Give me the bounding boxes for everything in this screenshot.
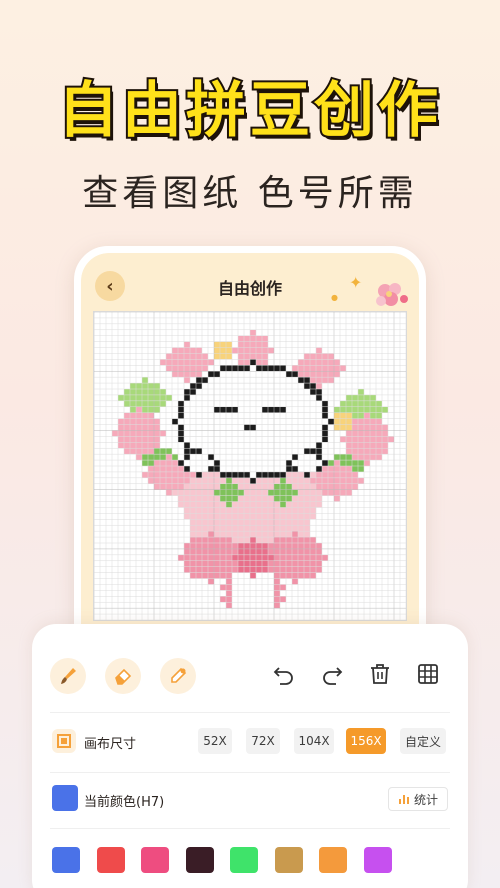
palette-swatch[interactable]: [185, 847, 214, 873]
size-option-156[interactable]: 156X: [346, 728, 386, 754]
size-option-custom[interactable]: 自定义: [400, 728, 446, 754]
eraser-icon: [115, 668, 132, 685]
current-color-label: 当前颜色(H7): [84, 795, 165, 810]
headline: 自由拼豆创作: [56, 74, 442, 148]
current-color-swatch[interactable]: [52, 785, 78, 811]
undo-icon[interactable]: [272, 662, 296, 686]
grid-icon[interactable]: [416, 662, 440, 686]
stats-label: 统计: [413, 792, 438, 807]
brush-icon: [61, 668, 76, 684]
palette-swatch[interactable]: [363, 847, 392, 873]
divider: [50, 828, 450, 829]
divider: [50, 772, 450, 773]
palette-swatch[interactable]: [141, 847, 169, 873]
flower-decoration-icon: [376, 283, 408, 306]
palette-swatch[interactable]: [96, 847, 125, 873]
screen: ‹ 自由创作 ✦ ●: [81, 253, 419, 659]
canvas-size-label: 画布尺寸: [84, 737, 137, 752]
tool-panel: 画布尺寸 52X 72X 104X 156X 自定义 当前颜色(H7) 统计: [32, 624, 468, 888]
phone-mockup: ‹ 自由创作 ✦ ●: [74, 246, 426, 666]
divider: [50, 712, 450, 713]
subheadline: 查看图纸 色号所需: [82, 173, 418, 214]
pixel-canvas[interactable]: [93, 311, 407, 621]
canvas-size-icon: [52, 729, 76, 753]
sparkle-icon: ✦: [349, 273, 363, 292]
redo-icon[interactable]: [320, 662, 344, 686]
palette-swatch[interactable]: [274, 847, 303, 873]
eraser-button[interactable]: [105, 658, 141, 694]
palette-swatch[interactable]: [319, 847, 347, 873]
pixel-grid[interactable]: [93, 311, 407, 621]
eyedropper-button[interactable]: [160, 658, 196, 694]
stats-button[interactable]: 统计: [388, 787, 448, 811]
bar-chart-icon: [398, 795, 409, 804]
screen-title: 自由创作: [217, 279, 282, 298]
sparkle-small-icon: ●: [331, 293, 338, 302]
palette-swatch[interactable]: [230, 847, 258, 873]
size-option-104[interactable]: 104X: [294, 728, 334, 754]
size-option-52[interactable]: 52X: [198, 728, 232, 754]
size-option-72[interactable]: 72X: [246, 728, 280, 754]
trash-icon[interactable]: [368, 662, 392, 686]
eyedropper-icon: [171, 667, 187, 683]
palette-swatch[interactable]: [52, 847, 80, 873]
brush-button[interactable]: [50, 658, 86, 694]
